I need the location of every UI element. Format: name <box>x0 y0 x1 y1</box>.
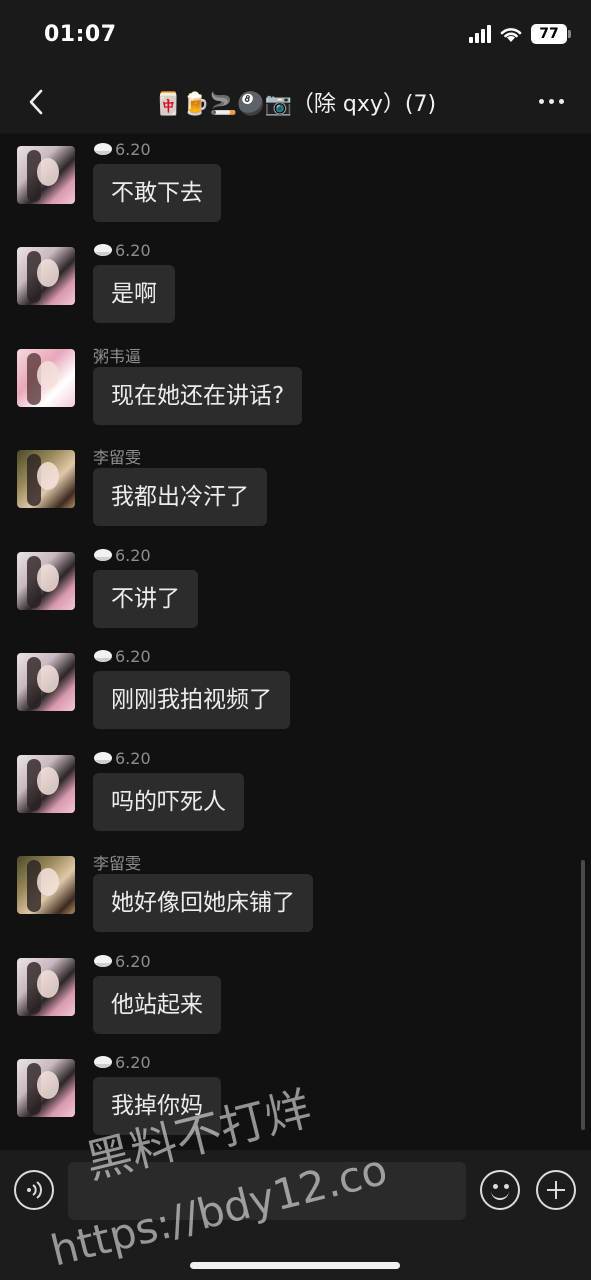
sender-name: 6.20 <box>93 1053 151 1072</box>
avatar[interactable] <box>17 755 75 813</box>
sender-name: 6.20 <box>93 546 151 565</box>
more-dot-icon <box>558 98 564 104</box>
message-bubble[interactable]: 他站起来 <box>93 976 221 1034</box>
message-bubble[interactable]: 不讲了 <box>93 570 198 628</box>
input-bar <box>0 1150 591 1280</box>
avatar[interactable] <box>17 1059 75 1117</box>
battery-level: 77 <box>539 26 559 42</box>
rice-bowl-icon <box>94 751 112 764</box>
message-bubble[interactable]: 我都出冷汗了 <box>93 468 267 526</box>
cellular-signal-icon <box>469 25 491 43</box>
rice-bowl-icon <box>94 954 112 967</box>
sender-name: 李留雯 <box>93 448 142 467</box>
emoji-button[interactable] <box>480 1170 520 1210</box>
avatar[interactable] <box>17 856 75 914</box>
more-dot-icon <box>538 98 544 104</box>
rice-bowl-icon <box>94 649 112 662</box>
sender-name: 粥韦逼 <box>93 347 142 366</box>
more-dot-icon <box>548 98 554 104</box>
avatar[interactable] <box>17 247 75 305</box>
emoji-eye-icon <box>493 1184 498 1189</box>
emoji-eye-icon <box>504 1184 509 1189</box>
avatar[interactable] <box>17 653 75 711</box>
home-indicator[interactable] <box>190 1262 400 1269</box>
message-bubble[interactable]: 刚刚我拍视频了 <box>93 671 290 729</box>
sender-name: 6.20 <box>93 749 151 768</box>
avatar[interactable] <box>17 958 75 1016</box>
more-actions-button[interactable] <box>536 1170 576 1210</box>
sender-name: 6.20 <box>93 647 151 666</box>
emoji-mouth-icon <box>491 1190 509 1200</box>
message-input[interactable] <box>68 1162 466 1220</box>
voice-input-button[interactable] <box>14 1170 54 1210</box>
message-item: 李留雯 她好像回她床铺了 <box>0 844 591 944</box>
message-bubble[interactable]: 我掉你妈 <box>93 1077 221 1135</box>
message-item: 李留雯 我都出冷汗了 <box>0 438 591 538</box>
status-icons: 77 <box>469 24 571 44</box>
wifi-icon <box>500 28 522 42</box>
rice-bowl-icon <box>94 243 112 256</box>
avatar[interactable] <box>17 146 75 204</box>
message-item: 6.20 不讲了 <box>0 540 591 640</box>
message-item: 6.20 是啊 <box>0 235 591 335</box>
rice-bowl-icon <box>94 1055 112 1068</box>
avatar[interactable] <box>17 450 75 508</box>
scrollbar[interactable] <box>581 860 585 1130</box>
chat-header: 🀄🍺🚬🎱📷（除 qxy）(7) <box>0 72 591 134</box>
sender-name: 李留雯 <box>93 854 142 873</box>
status-bar: 01:07 77 <box>0 0 591 72</box>
avatar[interactable] <box>17 552 75 610</box>
message-bubble[interactable]: 吗的吓死人 <box>93 773 244 831</box>
message-item: 6.20 刚刚我拍视频了 <box>0 641 591 741</box>
sender-name: 6.20 <box>93 952 151 971</box>
sender-name: 6.20 <box>93 241 151 260</box>
rice-bowl-icon <box>94 142 112 155</box>
status-time: 01:07 <box>44 22 117 47</box>
title-text: （除 qxy）(7) <box>291 92 437 117</box>
message-bubble[interactable]: 现在她还在讲话? <box>93 367 303 425</box>
message-bubble[interactable]: 不敢下去 <box>93 164 221 222</box>
message-item: 6.20 他站起来 <box>0 946 591 1046</box>
message-bubble[interactable]: 她好像回她床铺了 <box>93 874 313 932</box>
battery-icon: 77 <box>531 24 571 44</box>
message-item: 6.20 我掉你妈 <box>0 1047 591 1147</box>
message-item: 6.20 不敢下去 <box>0 134 591 234</box>
title-emojis: 🀄🍺🚬🎱📷 <box>154 92 292 117</box>
voice-wave-icon <box>27 1181 42 1199</box>
message-list[interactable]: 6.20 不敢下去 6.20 是啊 粥韦逼 现在她还在讲话? 李留雯 我都出冷汗… <box>0 134 591 1150</box>
chat-title: 🀄🍺🚬🎱📷（除 qxy）(7) <box>0 86 591 118</box>
message-item: 粥韦逼 现在她还在讲话? <box>0 337 591 437</box>
message-bubble[interactable]: 是啊 <box>93 265 175 323</box>
sender-name: 6.20 <box>93 140 151 159</box>
avatar[interactable] <box>17 349 75 407</box>
rice-bowl-icon <box>94 548 112 561</box>
message-item: 6.20 吗的吓死人 <box>0 743 591 843</box>
more-options-button[interactable] <box>533 86 569 116</box>
